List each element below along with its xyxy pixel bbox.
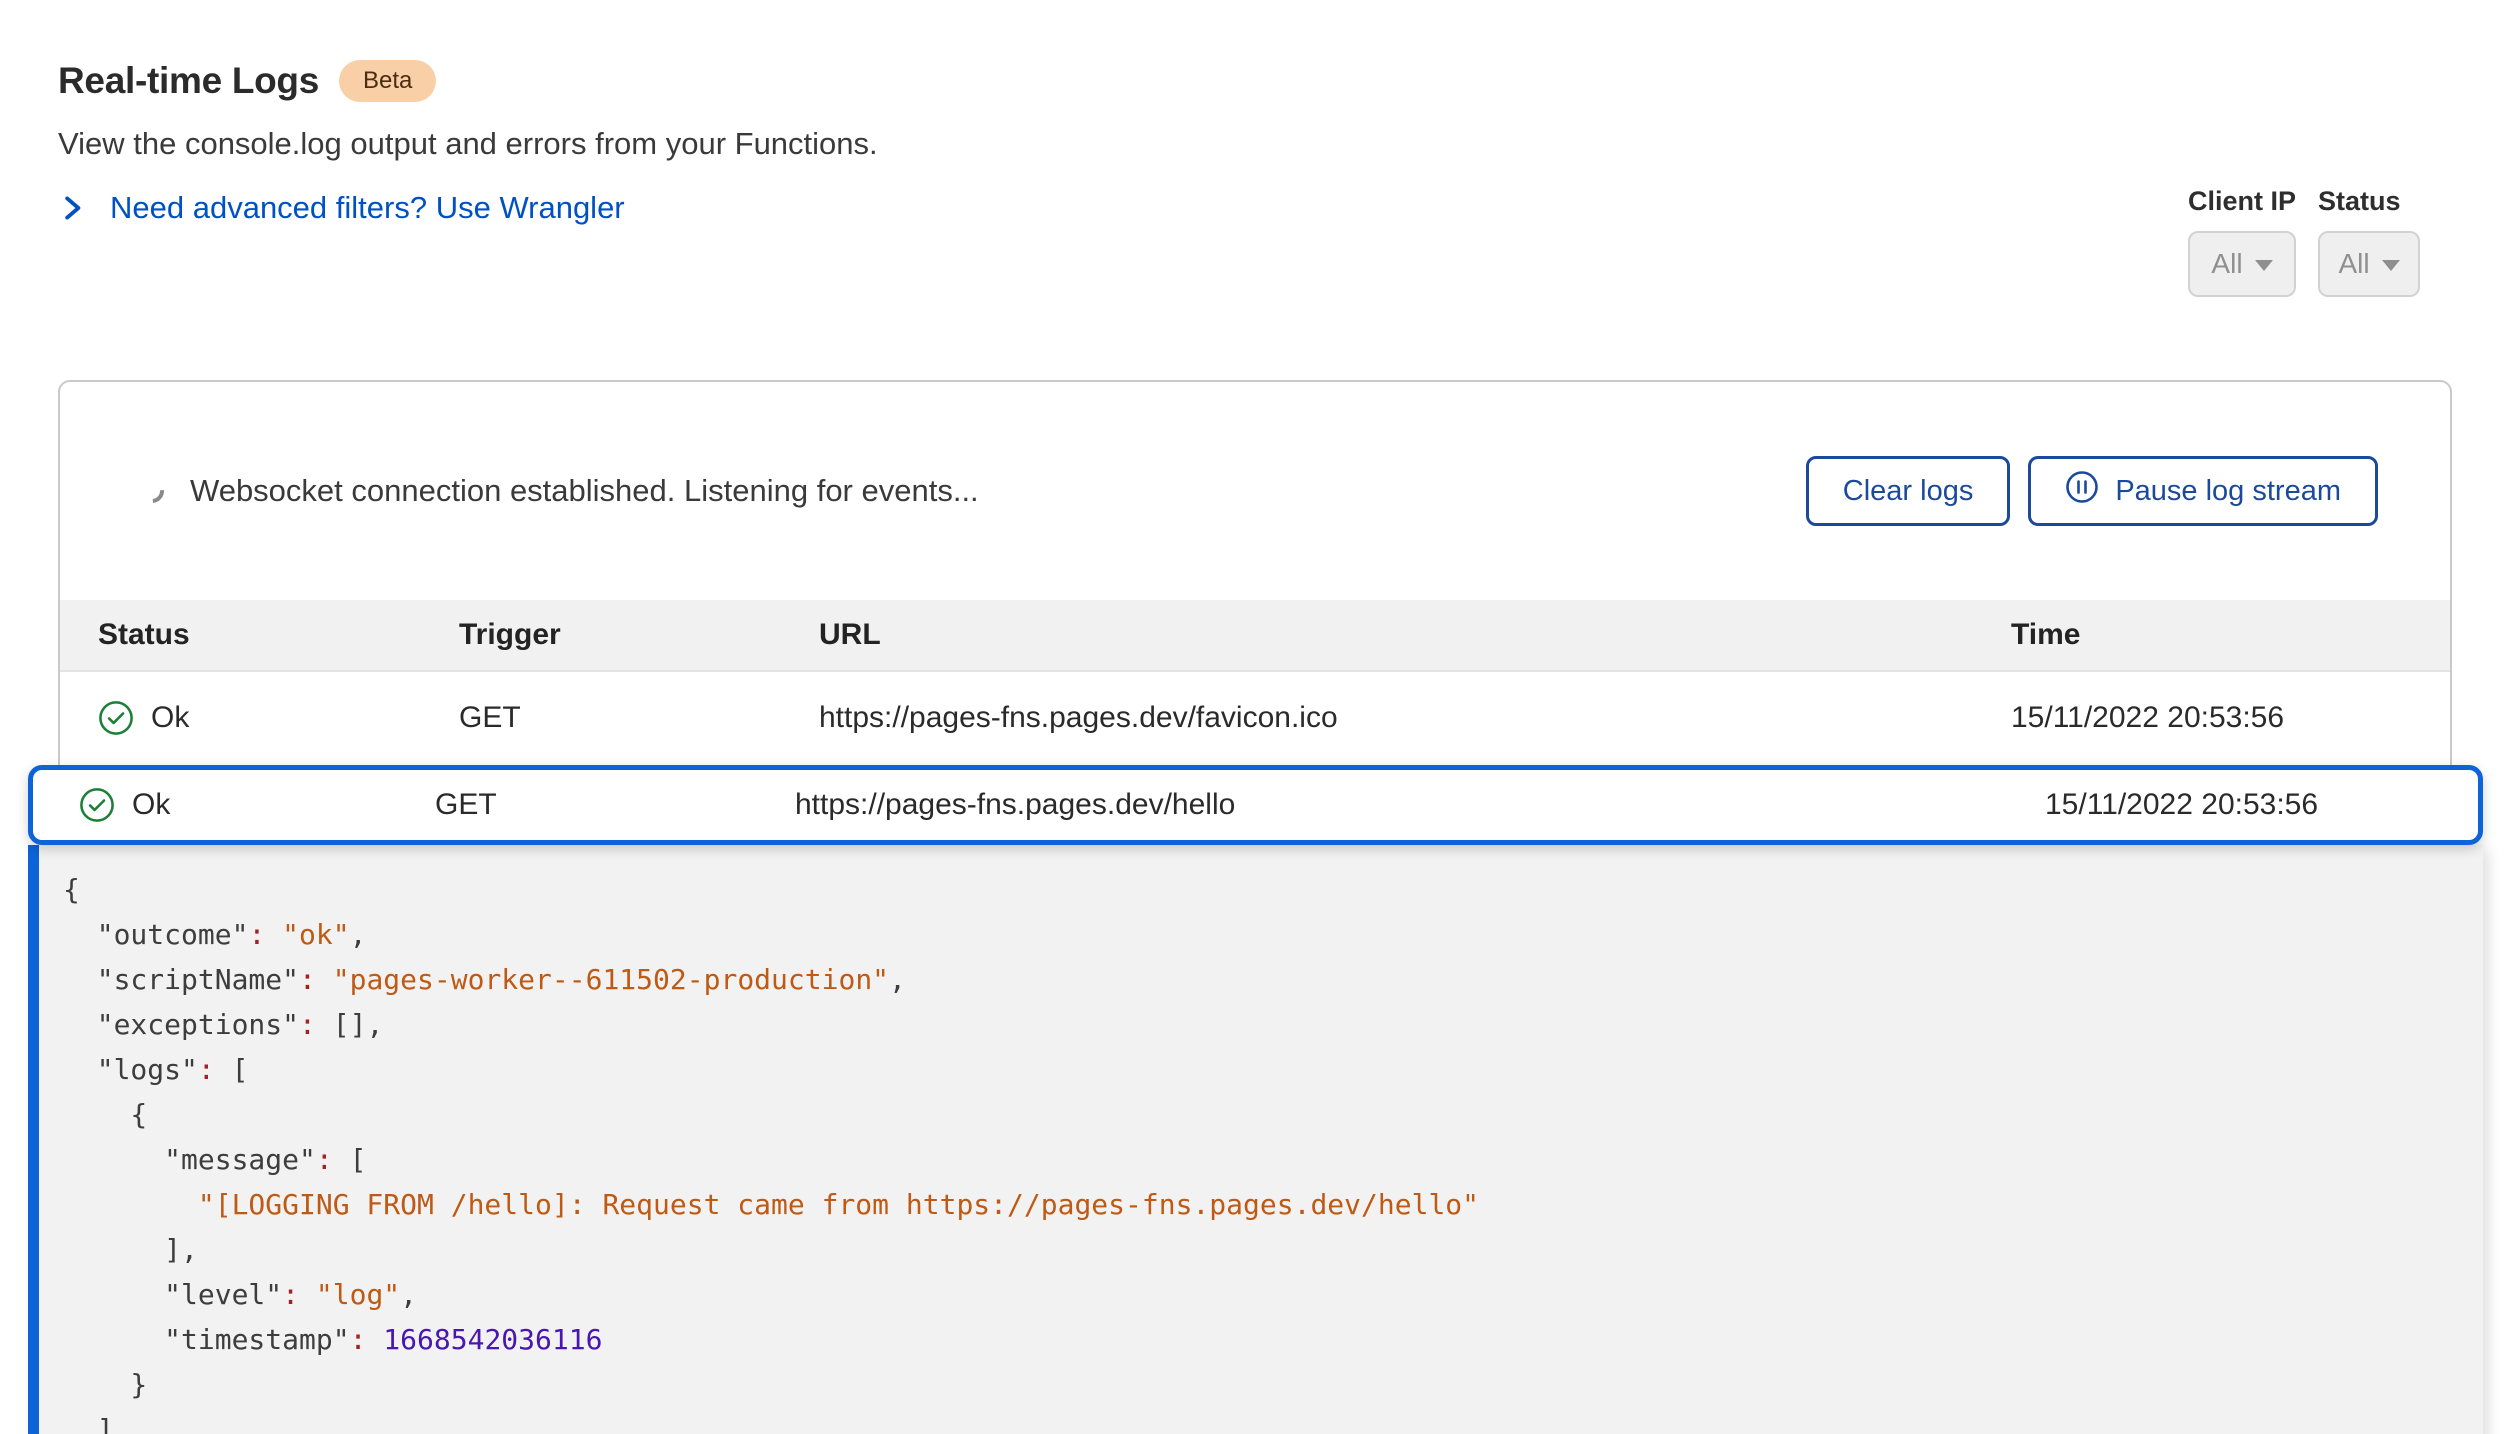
- websocket-status-text: Websocket connection established. Listen…: [190, 473, 979, 509]
- table-row-expanded[interactable]: Ok GET https://pages-fns.pages.dev/hello…: [28, 765, 2483, 845]
- realtime-logs-page: Real-time Logs Beta View the console.log…: [0, 0, 2508, 1434]
- table-row[interactable]: Ok GET https://pages-fns.pages.dev/favic…: [60, 672, 2450, 764]
- caret-down-icon: [2382, 260, 2400, 271]
- pause-icon: [2065, 470, 2099, 512]
- title-row: Real-time Logs Beta: [58, 60, 2450, 102]
- url-cell: https://pages-fns.pages.dev/favicon.ico: [819, 701, 2011, 735]
- status-cell: Ok: [98, 700, 459, 736]
- status-value: All: [2338, 248, 2369, 280]
- page-title: Real-time Logs: [58, 60, 319, 102]
- client-ip-value: All: [2211, 248, 2242, 280]
- filters: Client IP All Status All: [2188, 186, 2420, 297]
- status-filter: Status All: [2318, 186, 2420, 297]
- url-cell: https://pages-fns.pages.dev/hello: [795, 788, 2045, 822]
- table-header: Status Trigger URL Time: [60, 600, 2450, 672]
- client-ip-filter: Client IP All: [2188, 186, 2296, 297]
- clear-logs-button[interactable]: Clear logs: [1806, 456, 2011, 526]
- status-text: Ok: [151, 701, 189, 735]
- status-cell: Ok: [79, 787, 435, 823]
- success-check-icon: [79, 787, 115, 823]
- page-header: Real-time Logs Beta View the console.log…: [58, 60, 2450, 226]
- column-header-time: Time: [2011, 618, 2450, 652]
- pause-log-stream-label: Pause log stream: [2115, 475, 2341, 508]
- trigger-cell: GET: [459, 701, 819, 735]
- status-label: Status: [2318, 186, 2420, 217]
- page-subtitle: View the console.log output and errors f…: [58, 126, 2450, 162]
- log-detail-panel: { "outcome": "ok", "scriptName": "pages-…: [28, 845, 2483, 1434]
- success-check-icon: [98, 700, 134, 736]
- chevron-right-icon: [58, 192, 86, 224]
- time-cell: 15/11/2022 20:53:56: [2011, 701, 2450, 735]
- client-ip-dropdown[interactable]: All: [2188, 231, 2296, 297]
- wrangler-link[interactable]: Need advanced filters? Use Wrangler: [110, 190, 625, 226]
- wrangler-link-row[interactable]: Need advanced filters? Use Wrangler: [58, 190, 2450, 226]
- status-dropdown[interactable]: All: [2318, 231, 2420, 297]
- beta-badge: Beta: [339, 60, 436, 102]
- column-header-status: Status: [98, 618, 459, 652]
- websocket-status: Websocket connection established. Listen…: [140, 473, 979, 509]
- column-header-trigger: Trigger: [459, 618, 819, 652]
- pause-log-stream-button[interactable]: Pause log stream: [2028, 456, 2378, 526]
- clear-logs-label: Clear logs: [1843, 475, 1974, 508]
- log-actions: Clear logs Pause log stream: [1806, 456, 2378, 526]
- time-cell: 15/11/2022 20:53:56: [2045, 788, 2478, 822]
- caret-down-icon: [2255, 260, 2273, 271]
- trigger-cell: GET: [435, 788, 795, 822]
- websocket-status-row: Websocket connection established. Listen…: [60, 382, 2450, 600]
- log-json-code: { "outcome": "ok", "scriptName": "pages-…: [63, 867, 2483, 1434]
- column-header-url: URL: [819, 618, 2011, 652]
- spinner-icon: [135, 474, 169, 508]
- status-text: Ok: [132, 788, 170, 822]
- client-ip-label: Client IP: [2188, 186, 2296, 217]
